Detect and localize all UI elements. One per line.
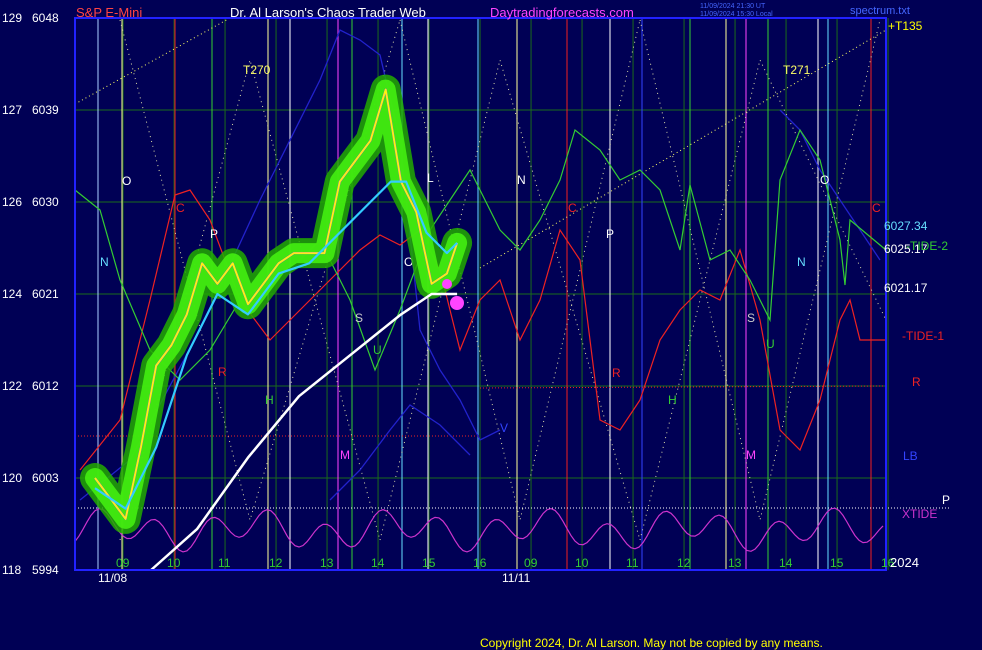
- r-label: R: [912, 375, 921, 389]
- x-hour-label: 14: [371, 556, 385, 570]
- page-title: Dr. Al Larson's Chaos Trader Web: [230, 5, 426, 20]
- y-tick-right: 6003: [32, 471, 59, 485]
- y-tick-right: 5994: [32, 563, 59, 577]
- cycle-letter: P: [606, 227, 614, 241]
- t135-label: +T135: [888, 19, 923, 33]
- y-tick-right: 6012: [32, 379, 59, 393]
- symbol-title: S&P E-Mini: [76, 5, 142, 20]
- x-hour-label: 09: [116, 556, 130, 570]
- y-tick-left: 122: [2, 379, 22, 393]
- cycle-letter: C: [872, 201, 881, 215]
- cycle-letter: N: [100, 255, 109, 269]
- x-hour-label: 10: [167, 556, 181, 570]
- chart-background: [0, 0, 982, 650]
- copyright-notice: Copyright 2024, Dr. Al Larson. May not b…: [480, 636, 823, 650]
- site-link[interactable]: Daytradingforecasts.com: [490, 5, 634, 20]
- cycle-letter: R: [218, 365, 227, 379]
- tide1-label: -TIDE-1: [902, 329, 944, 343]
- forecast-label-3: 6021.17: [884, 281, 928, 295]
- xtide-label: XTIDE: [902, 507, 937, 521]
- cycle-letter: N: [517, 173, 526, 187]
- cycle-letter: V: [500, 421, 508, 435]
- t270-label: T270: [243, 63, 271, 77]
- y-tick-right: 6021: [32, 287, 59, 301]
- cycle-letter: O: [820, 173, 829, 187]
- magenta-marker: [442, 279, 452, 289]
- lb-label: LB: [903, 449, 918, 463]
- y-tick-left: 127: [2, 103, 22, 117]
- magenta-marker: [450, 296, 464, 310]
- x-hour-label: 13: [728, 556, 742, 570]
- y-tick-left: 129: [2, 11, 22, 25]
- y-tick-right: 6048: [32, 11, 59, 25]
- cycle-letter: C: [176, 201, 185, 215]
- x-hour-label: 13: [320, 556, 334, 570]
- cycle-letter: S: [355, 311, 363, 325]
- cycle-letter: H: [265, 393, 274, 407]
- y-tick-left: 126: [2, 195, 22, 209]
- x-hour-label: 11: [218, 556, 231, 570]
- cycle-letter: O: [122, 174, 131, 188]
- x-hour-label: 12: [269, 556, 283, 570]
- y-tick-right: 6039: [32, 103, 59, 117]
- cycle-letter: U: [373, 343, 382, 357]
- y-tick-left: 120: [2, 471, 22, 485]
- cycle-letter: P: [210, 227, 218, 241]
- brand-label: spectrum.txt: [850, 5, 910, 17]
- cycle-letter: M: [746, 448, 756, 462]
- y-tick-left: 118: [2, 563, 21, 577]
- p-label: P: [942, 493, 950, 507]
- y-tick-left: 124: [2, 287, 22, 301]
- x-hour-label: 15: [830, 556, 844, 570]
- y-tick-right: 6030: [32, 195, 59, 209]
- x-hour-label: 12: [677, 556, 691, 570]
- x-date-label: 11/11: [502, 571, 531, 585]
- x-hour-label: 15: [422, 556, 436, 570]
- x-hour-label: 11: [626, 556, 639, 570]
- cycle-letter: M: [340, 448, 350, 462]
- cycle-letter: S: [747, 311, 755, 325]
- timestamp-utc: 11/09/2024 21:30 UT: [700, 3, 766, 10]
- x-hour-label: 16: [473, 556, 487, 570]
- tide2-label: -TIDE-2: [906, 239, 948, 253]
- cycle-letter: H: [668, 393, 677, 407]
- timestamp-local: 11/09/2024 15:30 Local: [700, 11, 773, 18]
- cycle-letter: L: [427, 171, 434, 185]
- t271-label: T271: [783, 63, 811, 77]
- year-label: 2024: [890, 555, 919, 570]
- forecast-label-1: 6027.34: [884, 219, 928, 233]
- x-hour-label: 10: [575, 556, 589, 570]
- cycle-letter: R: [612, 366, 621, 380]
- chart-canvas: ONCPRHMSUVLONCPRHMSUNOC 129 6048127 603912…: [0, 0, 982, 650]
- x-date-label: 11/08: [98, 571, 127, 585]
- cycle-letter: C: [568, 201, 577, 215]
- svg-text:Daytradingforecasts.com: Daytradingforecasts.com: [490, 5, 634, 20]
- x-hour-label: 14: [779, 556, 793, 570]
- cycle-letter: U: [766, 337, 775, 351]
- cycle-letter: N: [797, 255, 806, 269]
- x-hour-label: 09: [524, 556, 538, 570]
